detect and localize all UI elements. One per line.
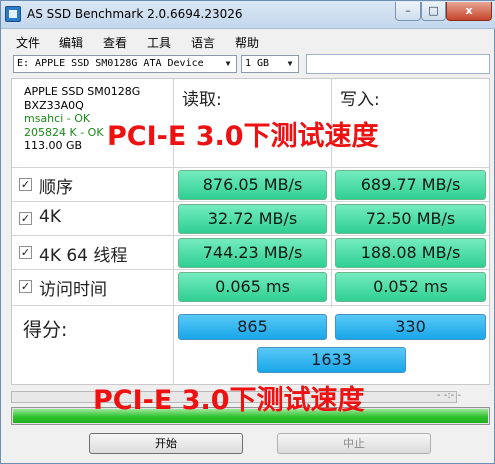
minimize-button[interactable]: – [395, 2, 421, 21]
watermark-bottom: PCI-E 3.0下测试速度 [93, 385, 365, 416]
menu-bar: 文件 编辑 查看 工具 语言 帮助 [1, 30, 495, 52]
4k64-read-result: 744.23 MB/s [178, 238, 327, 268]
title-bar[interactable]: AS SSD Benchmark 2.0.6694.23026 – □ x [1, 1, 495, 29]
window-title: AS SSD Benchmark 2.0.6694.23026 [27, 7, 243, 21]
row-divider [12, 305, 489, 306]
start-button[interactable]: 开始 [89, 433, 243, 454]
stop-button[interactable]: 中止 [277, 433, 431, 454]
seq-label: 顺序 [39, 178, 73, 198]
app-icon [5, 6, 21, 22]
total-score: 1633 [257, 347, 406, 373]
chevron-down-icon: ▼ [287, 59, 293, 68]
access-label: 访问时间 [39, 280, 107, 300]
4k-read-result: 32.72 MB/s [178, 204, 327, 234]
watermark-top: PCI-E 3.0下测试速度 [107, 121, 379, 152]
write-column-header: 写入: [340, 90, 380, 110]
menu-language[interactable]: 语言 [191, 34, 215, 51]
seq-write-result: 689.77 MB/s [335, 170, 486, 200]
row-divider [12, 235, 489, 236]
4k-label: 4K [39, 207, 61, 227]
menu-help[interactable]: 帮助 [235, 34, 259, 51]
seq-read-result: 876.05 MB/s [178, 170, 327, 200]
score-label: 得分: [23, 319, 68, 341]
close-button[interactable]: x [446, 2, 492, 21]
menu-file[interactable]: 文件 [16, 34, 40, 51]
size-select[interactable]: 1 GB ▼ [241, 55, 299, 73]
elapsed-time: - -:- - [437, 390, 462, 401]
4k64-write-result: 188.08 MB/s [335, 238, 486, 268]
access-write-result: 0.052 ms [335, 272, 486, 302]
maximize-button[interactable]: □ [421, 2, 446, 21]
write-score: 330 [335, 314, 486, 340]
app-window: AS SSD Benchmark 2.0.6694.23026 – □ x 文件… [0, 0, 495, 464]
row-divider [12, 269, 489, 270]
4k64-checkbox[interactable]: ✓ [19, 246, 32, 259]
access-checkbox[interactable]: ✓ [19, 280, 32, 293]
size-select-value: 1 GB [245, 58, 270, 69]
menu-edit[interactable]: 编辑 [59, 34, 83, 51]
drive-select-value: E: APPLE SSD SM0128G ATA Device [17, 58, 204, 69]
row-divider [12, 201, 489, 202]
info-field[interactable] [306, 54, 490, 74]
4k-checkbox[interactable]: ✓ [19, 212, 32, 225]
4k-write-result: 72.50 MB/s [335, 204, 486, 234]
4k64-label: 4K 64 线程 [39, 246, 128, 266]
seq-checkbox[interactable]: ✓ [19, 178, 32, 191]
drive-model: APPLE SSD SM0128G [24, 85, 141, 98]
chevron-down-icon: ▼ [225, 59, 231, 68]
read-column-header: 读取: [182, 90, 222, 110]
access-read-result: 0.065 ms [178, 272, 327, 302]
drive-select[interactable]: E: APPLE SSD SM0128G ATA Device ▼ [13, 55, 237, 73]
read-score: 865 [178, 314, 327, 340]
row-divider [12, 167, 489, 168]
menu-tools[interactable]: 工具 [147, 34, 171, 51]
drive-firmware: BXZ33A0Q [24, 98, 84, 112]
menu-view[interactable]: 查看 [103, 34, 127, 51]
